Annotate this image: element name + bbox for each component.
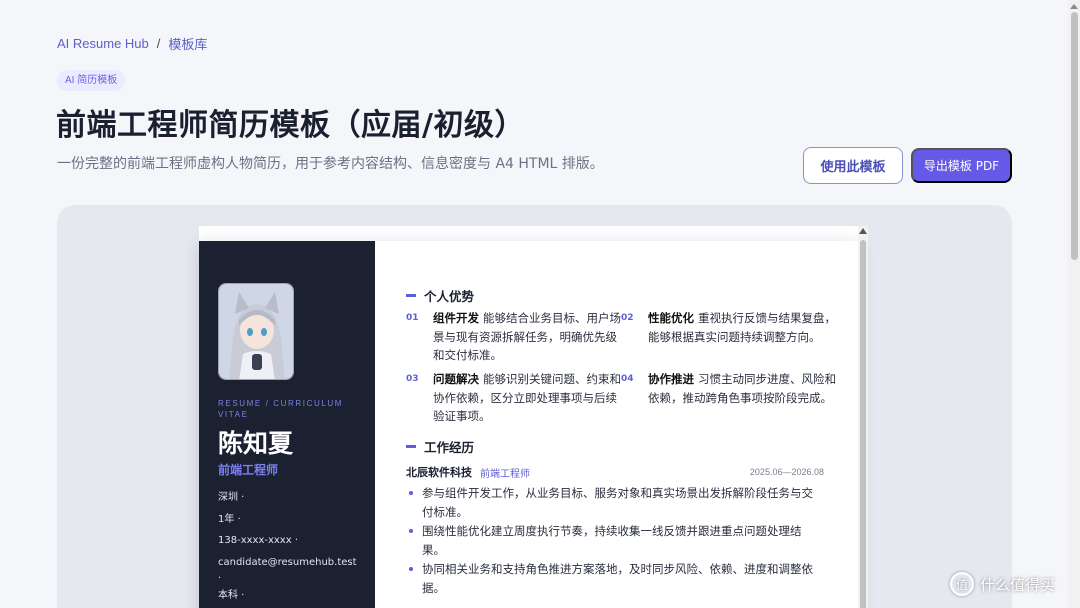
page-subtitle: 一份完整的前端工程师虚构人物简历，用于参考内容结构、信息密度与 A4 HTML … <box>57 156 604 172</box>
strength-title: 组件开发 <box>433 311 479 325</box>
strength-title: 协作推进 <box>648 372 694 386</box>
watermark-logo-icon: 值 <box>950 572 974 596</box>
page-title: 前端工程师简历模板（应届/初级） <box>56 108 525 143</box>
strengths-heading-text: 个人优势 <box>424 289 475 304</box>
section-bar-icon <box>406 294 416 297</box>
strengths-heading: 个人优势 <box>406 286 474 305</box>
page-scrollbar[interactable] <box>1068 0 1080 608</box>
strength-item: 02 性能优化 重视执行反馈与结果复盘，能够根据真实问题持续调整方向。 <box>621 309 838 346</box>
work-heading-text: 工作经历 <box>424 440 475 455</box>
contact-email: candidate@resumehub.test <box>218 556 357 568</box>
breadcrumb-home-link[interactable]: AI Resume Hub <box>57 36 149 51</box>
contact-phone: 138-xxxx-xxxx · <box>218 535 299 546</box>
job-bullets: 参与组件开发工作，从业务目标、服务对象和真实场景出发拆解阶段任务与交付标准。 围… <box>406 484 824 598</box>
contact-separator: · <box>218 573 222 584</box>
strength-number: 01 <box>406 313 419 323</box>
page-scroll-thumb[interactable] <box>1071 12 1078 260</box>
resume-main: 个人优势 01 组件开发 能够结合业务目标、用户场景与现有资源拆解任务，明确优先级… <box>406 241 836 608</box>
job-date: 2025.06—2026.08 <box>749 467 824 477</box>
page: AI Resume Hub / 模板库 AI 简历模板 前端工程师简历模板（应届… <box>0 0 1080 608</box>
resume-a4-page[interactable]: RESUME / CURRICULUM VITAE 陈知夏 前端工程师 深圳 ·… <box>199 241 859 608</box>
job-header: 北辰软件科技 前端工程师 2025.06—2026.08 <box>406 464 824 480</box>
job-bullet: 参与组件开发工作，从业务目标、服务对象和真实场景出发拆解阶段任务与交付标准。 <box>406 484 824 521</box>
candidate-role: 前端工程师 <box>218 463 279 477</box>
strength-item: 04 协作推进 习惯主动同步进度、风险和依赖，推动跨角色事项按阶段完成。 <box>621 370 838 407</box>
resume-preview-top <box>199 226 859 241</box>
strength-number: 02 <box>621 313 634 323</box>
scroll-up-icon[interactable] <box>859 228 867 234</box>
category-tag: AI 简历模板 <box>57 70 126 91</box>
section-bar-icon <box>406 445 416 448</box>
strength-number: 04 <box>621 374 634 384</box>
breadcrumb-separator: / <box>156 36 161 51</box>
resume-sidebar: RESUME / CURRICULUM VITAE 陈知夏 前端工程师 深圳 ·… <box>199 241 375 608</box>
strength-title: 性能优化 <box>648 311 694 325</box>
watermark: 值 什么值得买 <box>950 572 1055 596</box>
strength-item: 03 问题解决 能够识别关键问题、约束和协作依赖，区分立即处理事项与后续验证事项。 <box>406 370 623 426</box>
work-heading: 工作经历 <box>406 437 474 456</box>
contact-education: 本科 · <box>218 590 245 601</box>
resume-label: RESUME / CURRICULUM VITAE <box>218 399 344 419</box>
preview-scroll-thumb[interactable] <box>860 240 866 608</box>
job-role: 前端工程师 <box>480 468 530 480</box>
candidate-name: 陈知夏 <box>218 429 294 458</box>
breadcrumb-template-library-link[interactable]: 模板库 <box>168 34 207 53</box>
job-bullet: 协同相关业务和支持角色推进方案落地，及时同步风险、依赖、进度和调整依据。 <box>406 560 824 597</box>
contact-experience: 1年 · <box>218 513 241 525</box>
job-bullet: 围绕性能优化建立周度执行节奏，持续收集一线反馈并跟进重点问题处理结果。 <box>406 522 824 559</box>
avatar <box>218 283 294 380</box>
contact-city: 深圳 · <box>218 492 245 503</box>
contact-list: 深圳 · 1年 · 138-xxxx-xxxx · candidate@resu… <box>218 487 357 607</box>
breadcrumb: AI Resume Hub / 模板库 <box>57 34 207 53</box>
strength-number: 03 <box>406 374 419 384</box>
job-company: 北辰软件科技 <box>406 466 472 479</box>
preview-scrollbar[interactable] <box>858 226 868 608</box>
scroll-up-icon[interactable] <box>1070 4 1078 9</box>
export-pdf-button[interactable]: 导出模板 PDF <box>911 148 1012 183</box>
watermark-text: 什么值得买 <box>980 575 1056 594</box>
strength-item: 01 组件开发 能够结合业务目标、用户场景与现有资源拆解任务，明确优先级和交付标准… <box>406 309 623 365</box>
use-template-button[interactable]: 使用此模板 <box>803 147 903 184</box>
strength-title: 问题解决 <box>433 372 479 386</box>
